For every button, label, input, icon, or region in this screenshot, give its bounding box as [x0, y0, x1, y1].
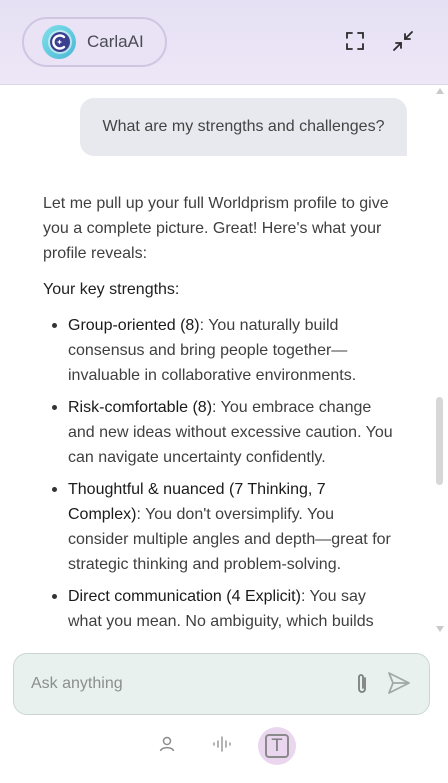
nav-text-mode-button[interactable]: T — [258, 727, 296, 765]
carla-logo-icon — [41, 24, 77, 60]
collapse-icon — [393, 31, 413, 51]
message-composer — [13, 653, 430, 715]
message-input[interactable] — [31, 671, 351, 697]
nav-voice-button[interactable] — [210, 732, 234, 756]
voice-icon — [213, 736, 231, 752]
send-icon — [388, 672, 410, 694]
brand-name: CarlaAI — [87, 32, 144, 51]
nav-profile-button[interactable] — [155, 732, 179, 756]
expand-button[interactable] — [342, 28, 368, 54]
collapse-button[interactable] — [390, 28, 416, 54]
list-item-title: Direct communication (4 Explicit) — [68, 588, 301, 605]
attach-button[interactable] — [353, 672, 371, 696]
list-item-title: Group-oriented (8) — [68, 317, 200, 334]
user-message: What are my strengths and challenges? — [80, 98, 407, 156]
chat-area: What are my strengths and challenges? Le… — [0, 86, 448, 638]
scroll-up-arrow-icon[interactable] — [436, 88, 444, 94]
chat-scrollbar[interactable] — [435, 86, 445, 638]
text-mode-icon: T — [265, 734, 289, 758]
reply-intro: Let me pull up your full Worldprism prof… — [43, 195, 389, 262]
brand-pill[interactable]: CarlaAI — [22, 17, 167, 67]
list-item: Direct communication (4 Explicit): You s… — [43, 584, 393, 634]
strengths-list: Group-oriented (8): You naturally build … — [43, 313, 393, 634]
paperclip-icon — [358, 674, 366, 693]
list-item: Group-oriented (8): You naturally build … — [43, 313, 393, 388]
assistant-reply: Let me pull up your full Worldprism prof… — [43, 191, 393, 638]
send-button[interactable] — [386, 670, 412, 696]
scroll-down-arrow-icon[interactable] — [436, 626, 444, 632]
list-item: Risk-comfortable (8): You embrace change… — [43, 395, 393, 470]
scroll-thumb[interactable] — [436, 397, 443, 485]
list-item: Thoughtful & nuanced (7 Thinking, 7 Comp… — [43, 477, 393, 577]
bottom-nav: T — [0, 720, 448, 783]
reply-heading: Your key strengths: — [43, 281, 180, 298]
list-item-title: Risk-comfortable (8) — [68, 399, 213, 416]
expand-icon — [346, 32, 364, 50]
chat-header: CarlaAI — [0, 0, 448, 85]
profile-icon — [159, 736, 175, 752]
